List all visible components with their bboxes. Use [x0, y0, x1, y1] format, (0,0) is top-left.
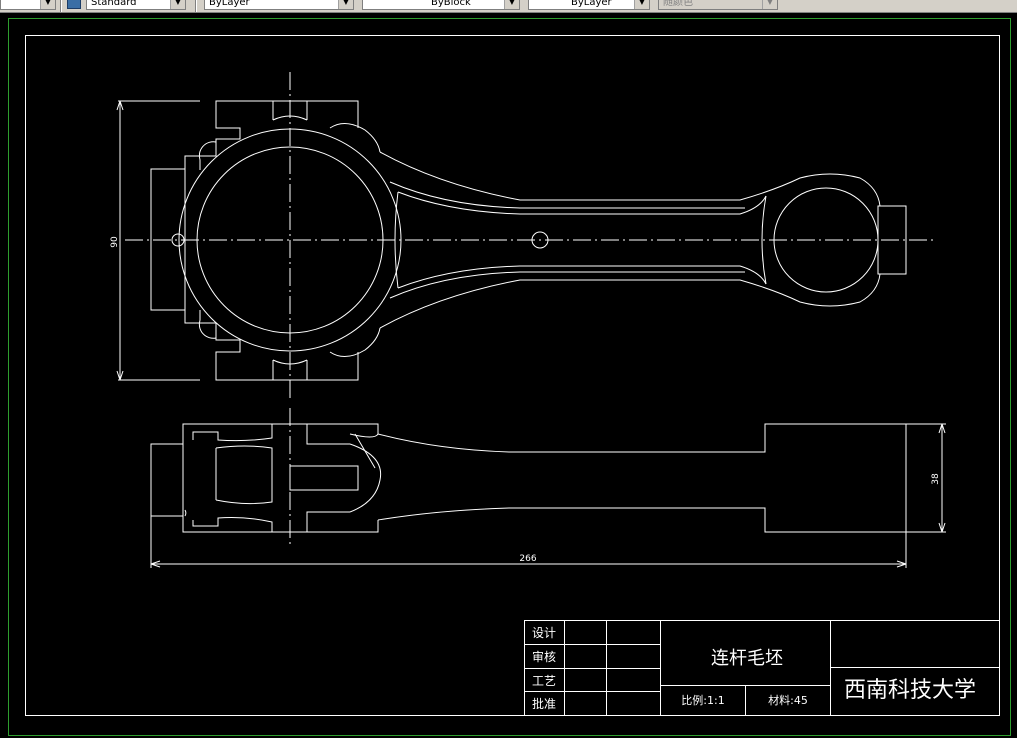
height-dimension-text: 90 [110, 236, 120, 248]
scale-text: 比例:1:1 [681, 693, 724, 707]
organization-name: 西南科技大学 [844, 678, 976, 703]
shank-upper-outline [379, 151, 881, 207]
thickness-dimension-text: 38 [931, 473, 941, 485]
title-row-label: 工艺 [532, 674, 556, 688]
title-row-label: 设计 [532, 626, 556, 640]
front-view [116, 72, 935, 398]
drawing-frame [25, 35, 1000, 716]
big-end-upper-outline [184, 100, 359, 169]
title-row-label: 批准 [532, 696, 556, 711]
side-view [150, 408, 946, 568]
part-name: 连杆毛坯 [711, 648, 783, 669]
material-text: 材料:45 [768, 693, 808, 707]
big-end-lower-outline [184, 310, 359, 381]
title-row-label: 审核 [532, 649, 556, 664]
shank-lower-outline [379, 273, 881, 329]
drawing-sheet[interactable]: 90 38 266 设计 审核 工艺 批准 连杆毛坯 比例:1:1 材料:45 … [0, 0, 1017, 738]
length-dimension-text: 266 [519, 554, 536, 564]
